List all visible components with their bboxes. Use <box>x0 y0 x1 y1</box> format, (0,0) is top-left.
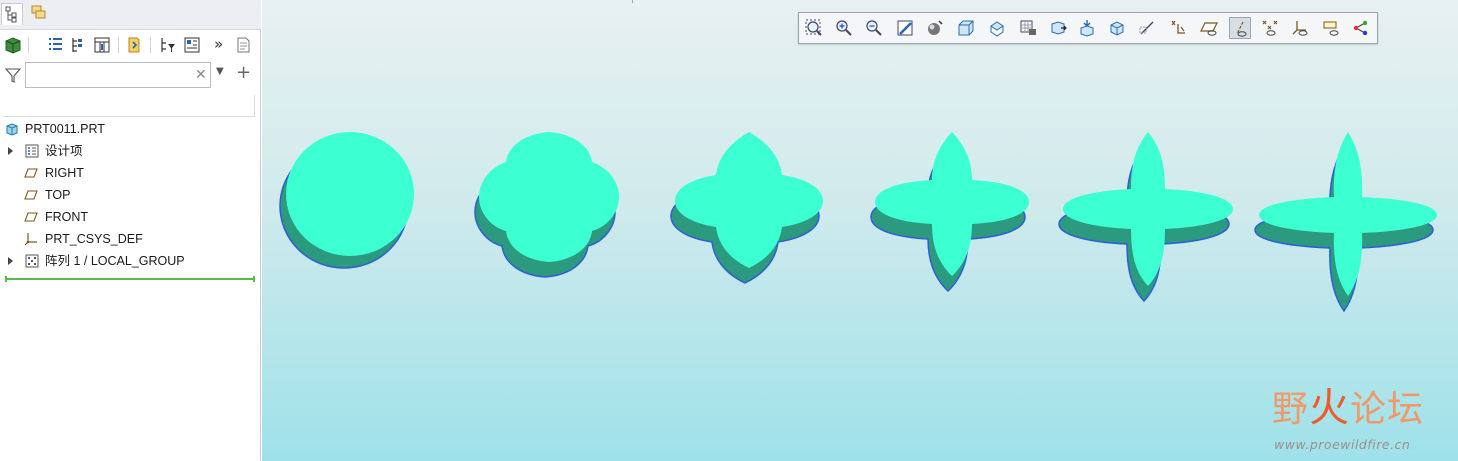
datum-plane-icon <box>24 190 38 200</box>
tree-view-icon[interactable] <box>182 35 202 55</box>
insert-here-marker[interactable] <box>5 276 255 282</box>
tree-item-top-plane[interactable]: TOP <box>0 184 255 206</box>
search-options-chevron-down-icon[interactable]: ▼ <box>216 66 224 77</box>
forum-watermark: 野火论坛 www.proewildfire.cn <box>1272 370 1452 460</box>
watermark-char-3: 论坛 <box>1350 389 1425 430</box>
tree-filters-icon[interactable] <box>68 35 88 55</box>
tree-item-label: FRONT <box>45 210 89 224</box>
tree-header-blank <box>3 95 255 117</box>
tree-item-label: PRT_CSYS_DEF <box>45 232 143 246</box>
pattern-member-circle[interactable] <box>279 132 414 269</box>
tree-columns-icon[interactable] <box>45 35 65 55</box>
pattern-member-lobe-2[interactable] <box>474 132 619 278</box>
model-tree-panel: » ✕ ▼ + PRT0011.PRT 设计项 RIGHT TOP FRONT … <box>0 0 261 461</box>
tab-model-tree[interactable] <box>1 3 23 25</box>
watermark-char-2: 火 <box>1309 385 1351 431</box>
tree-item-front-plane[interactable]: FRONT <box>0 206 255 228</box>
tree-item-pattern[interactable]: 阵列 1 / LOCAL_GROUP <box>0 250 255 272</box>
tree-toolbar: » <box>0 33 261 57</box>
pattern-member-lobe-3[interactable] <box>670 132 823 284</box>
tree-item-label: TOP <box>45 188 71 202</box>
expand-arrow-icon[interactable] <box>8 257 13 265</box>
toolbar-separator <box>28 37 29 53</box>
tree-item-label: 阵列 1 / LOCAL_GROUP <box>45 254 185 268</box>
layers-icon <box>31 5 46 19</box>
model-tree-icon <box>5 6 17 23</box>
tree-item-design-items[interactable]: 设计项 <box>0 140 255 162</box>
pattern-icon <box>25 254 39 268</box>
tree-item-csys[interactable]: PRT_CSYS_DEF <box>0 228 255 250</box>
filter-tree-icon[interactable] <box>158 35 178 55</box>
pattern-member-star-5[interactable] <box>1058 132 1233 303</box>
add-filter-icon[interactable]: + <box>236 63 251 83</box>
watermark-title: 野火论坛 <box>1272 388 1424 430</box>
toolbar-separator <box>150 37 151 53</box>
watermark-char-1: 野 <box>1272 389 1310 430</box>
tree-settings-icon[interactable] <box>92 35 112 55</box>
tree-root-label: PRT0011.PRT <box>25 122 105 136</box>
expand-arrow-icon[interactable] <box>8 147 13 155</box>
datum-plane-icon <box>24 212 38 222</box>
coordinate-system-icon <box>24 233 37 246</box>
pattern-member-star-6[interactable] <box>1254 132 1437 313</box>
datum-plane-icon <box>24 168 38 178</box>
filter-icon[interactable] <box>4 66 22 84</box>
toolbar-separator <box>118 37 119 53</box>
tree-search-input[interactable] <box>25 62 211 88</box>
watermark-url: www.proewildfire.cn <box>1274 437 1411 452</box>
panel-tab-strip <box>0 0 261 30</box>
part-icon <box>6 123 18 136</box>
pattern-member-star-4[interactable] <box>870 132 1029 293</box>
graphics-window[interactable]: 野火论坛 www.proewildfire.cn <box>262 0 1458 461</box>
clear-search-icon[interactable]: ✕ <box>195 67 207 83</box>
design-items-icon <box>25 144 39 158</box>
tree-search-row: ✕ ▼ + <box>0 61 261 91</box>
notes-icon[interactable] <box>233 35 253 55</box>
tree-item-label: RIGHT <box>45 166 84 180</box>
tab-layers[interactable] <box>29 3 51 25</box>
more-icon[interactable]: » <box>214 35 223 53</box>
tree-item-right-plane[interactable]: RIGHT <box>0 162 255 184</box>
tree-item-label: 设计项 <box>45 144 83 158</box>
show-icon[interactable] <box>3 35 23 55</box>
open-file-icon[interactable] <box>124 35 144 55</box>
